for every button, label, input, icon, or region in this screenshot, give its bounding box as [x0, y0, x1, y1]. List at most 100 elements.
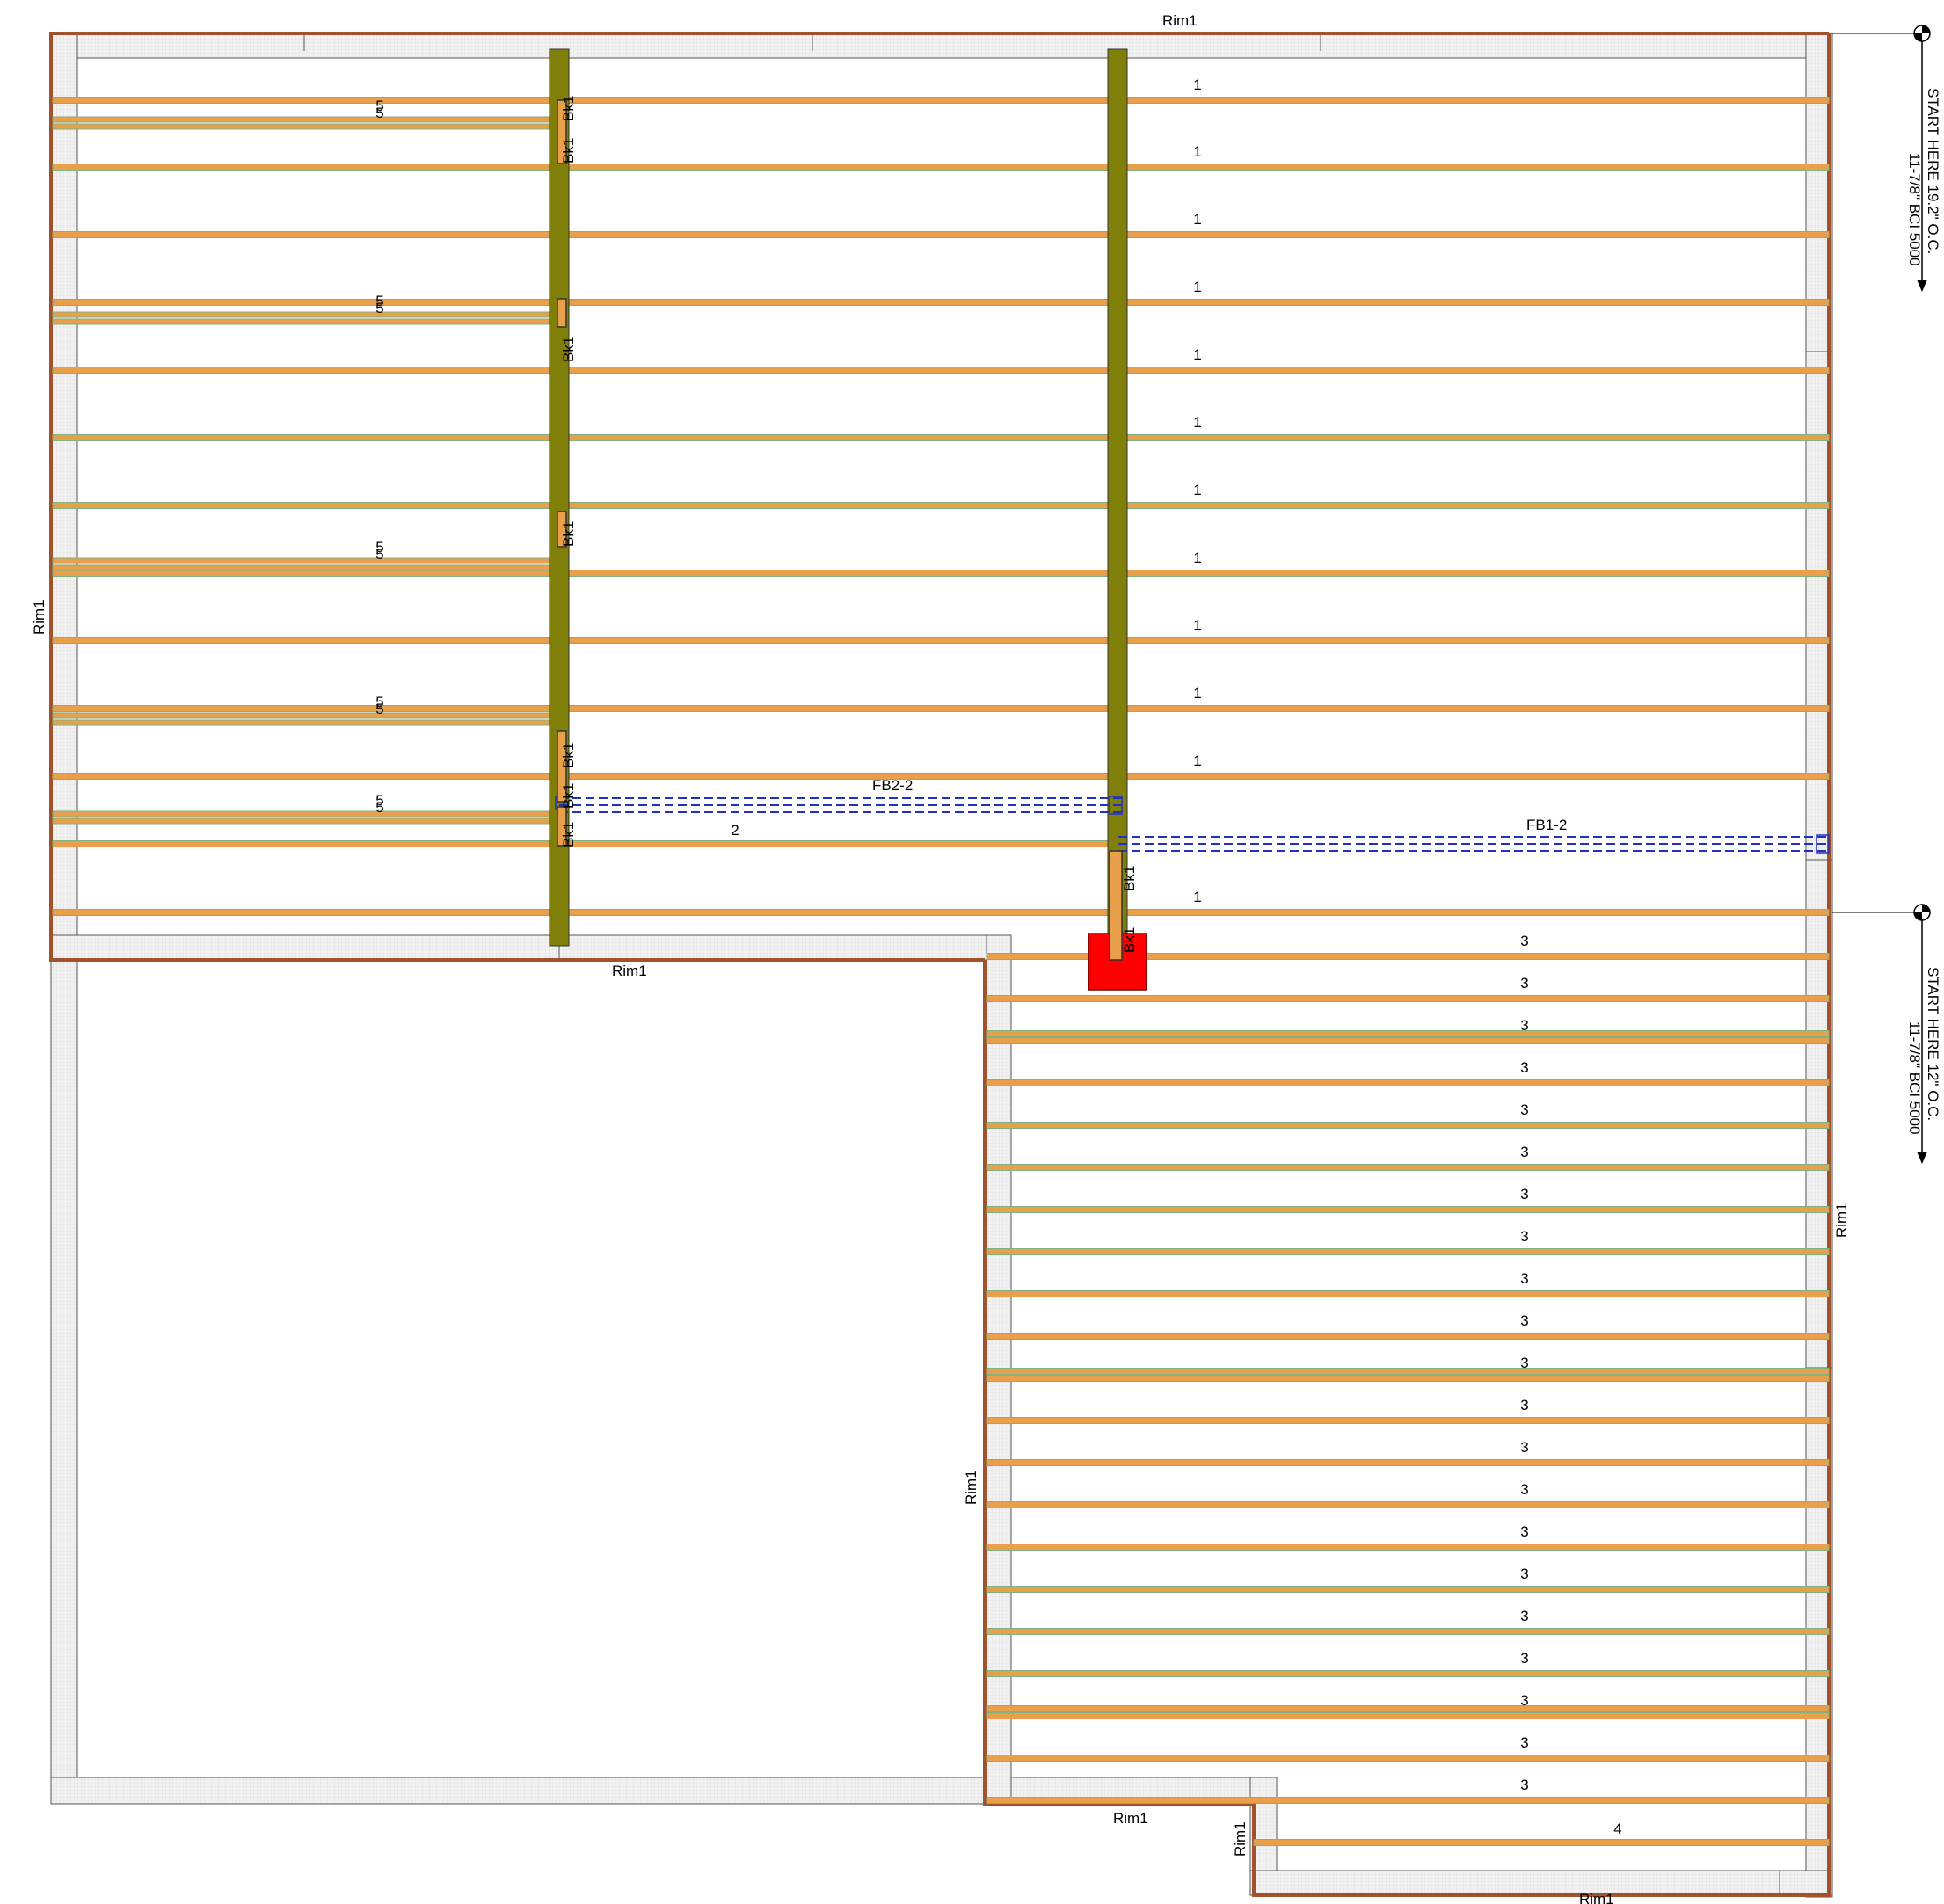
joist-1	[52, 637, 1830, 644]
joist-label-3: 3	[1520, 1186, 1528, 1203]
joist-1	[52, 909, 1830, 916]
joist-label-5: 5	[375, 546, 383, 563]
joist-label-3: 3	[1520, 933, 1528, 949]
flush-beam-label-fb1: FB1-2	[1526, 817, 1567, 833]
joist-label-3: 3	[1520, 1734, 1528, 1751]
joist-label-4: 4	[1613, 1820, 1621, 1837]
rim-label-right: Rim1	[1833, 1203, 1850, 1238]
joist-1	[52, 299, 1830, 306]
joist-label-3: 3	[1520, 1439, 1528, 1456]
joist-3	[986, 1501, 1830, 1508]
joist-label-3: 3	[1520, 1101, 1528, 1118]
block-label-bk1: Bk1	[560, 822, 577, 847]
joist-5	[52, 712, 564, 719]
joist-3	[986, 1670, 1830, 1677]
start-marker-icon	[1913, 904, 1931, 921]
joist-3	[986, 1375, 1830, 1382]
joist-label-3: 3	[1520, 1017, 1528, 1034]
joist-1	[52, 434, 1830, 441]
joist-label-5: 5	[375, 300, 383, 316]
post-block	[1109, 850, 1123, 961]
joist-3	[986, 1417, 1830, 1424]
joist-label-3: 3	[1520, 1566, 1528, 1582]
wall-top	[50, 33, 1833, 59]
joist-3	[986, 1206, 1830, 1213]
rim-label-inner-vertical: Rim1	[963, 1470, 979, 1505]
block-label-bk1: Bk1	[560, 783, 577, 809]
joist-label-3: 3	[1520, 1397, 1528, 1413]
joist-label-1: 1	[1193, 76, 1201, 93]
rim-label-left: Rim1	[31, 600, 47, 635]
joist-3	[986, 1797, 1830, 1804]
joist-1	[52, 231, 1830, 238]
joist-3-double	[986, 1368, 1830, 1375]
start-marker-upper: START HERE 19.2" O.C. 11-7/8" BCI 5000	[1832, 25, 1941, 292]
joist-1	[52, 705, 1830, 712]
rim-label-top: Rim1	[1162, 12, 1198, 29]
block-label-bk1: Bk1	[560, 521, 577, 547]
arrowhead-icon	[1917, 280, 1927, 292]
joist-label-1: 1	[1193, 143, 1201, 160]
joist-1	[52, 367, 1830, 374]
joist-5	[52, 564, 564, 571]
joist-3	[986, 1037, 1830, 1044]
joist-5	[52, 311, 564, 318]
joist-3	[986, 1333, 1830, 1340]
joist-3	[986, 1164, 1830, 1171]
start-note-lower-line1: START HERE 12" O.C.	[1925, 967, 1941, 1121]
joist-1	[52, 502, 1830, 509]
flush-beam-fb1	[1118, 834, 1830, 854]
joist-label-5: 5	[375, 701, 383, 717]
block-label-bk1: Bk1	[560, 138, 577, 164]
wall-mid-horizontal	[50, 934, 1012, 961]
joist-label-1: 1	[1193, 346, 1201, 363]
joist-3	[986, 1459, 1830, 1466]
joist-3	[986, 1290, 1830, 1297]
joist-5	[52, 810, 564, 818]
joist-label-3: 3	[1520, 1059, 1528, 1076]
block-label-bk1: Bk1	[560, 96, 577, 121]
joist-label-1: 1	[1193, 752, 1201, 769]
joist-label-3: 3	[1520, 975, 1528, 992]
joist-3	[986, 1122, 1830, 1129]
joist-3-double	[986, 1705, 1830, 1712]
wall-left-upper	[50, 33, 78, 1803]
joist-label-3: 3	[1520, 1481, 1528, 1498]
joist-3	[986, 1248, 1830, 1255]
joist-label-1: 1	[1193, 482, 1201, 498]
block-label-bk1: Bk1	[1121, 927, 1138, 953]
joist-5	[52, 719, 564, 726]
joist-5	[52, 116, 564, 123]
joist-label-3: 3	[1520, 1228, 1528, 1245]
joist-label-5: 5	[375, 799, 383, 816]
joist-5	[52, 818, 564, 825]
joist-1	[52, 97, 1830, 104]
joist-label-1: 1	[1193, 889, 1201, 905]
joist-label-3: 3	[1520, 1692, 1528, 1709]
joist-layer	[52, 97, 1830, 1846]
joist-label-3: 3	[1520, 1523, 1528, 1540]
joist-3	[986, 1755, 1830, 1762]
framing-plan: 1111111111112555555555533333333333333333…	[31, 12, 1941, 1904]
wall-bottom-right	[1249, 1870, 1833, 1896]
joist-label-1: 1	[1193, 617, 1201, 634]
joist-label-3: 3	[1520, 1608, 1528, 1624]
joist-label-1: 1	[1193, 685, 1201, 701]
start-note-upper-line2: 11-7/8" BCI 5000	[1906, 153, 1923, 266]
rim-label-step-horizontal: Rim1	[1113, 1810, 1148, 1827]
rim-label-bottom: Rim1	[1579, 1891, 1614, 1904]
joist-3	[986, 1544, 1830, 1551]
joist-1	[52, 164, 1830, 171]
flush-beam-fb2	[555, 796, 1123, 815]
joist-label-3: 3	[1520, 1777, 1528, 1793]
joist-4	[1253, 1839, 1830, 1846]
joist-1	[52, 773, 1830, 780]
rim-label-mid: Rim1	[612, 963, 647, 979]
arrowhead-icon	[1917, 1152, 1927, 1164]
joist-3	[986, 995, 1830, 1002]
joist-3	[986, 1586, 1830, 1593]
start-note-upper-line1: START HERE 19.2" O.C.	[1925, 88, 1941, 254]
joist-3	[986, 1079, 1830, 1086]
joist-label-5: 5	[375, 105, 383, 121]
rim-label-step-vertical: Rim1	[1232, 1821, 1249, 1857]
